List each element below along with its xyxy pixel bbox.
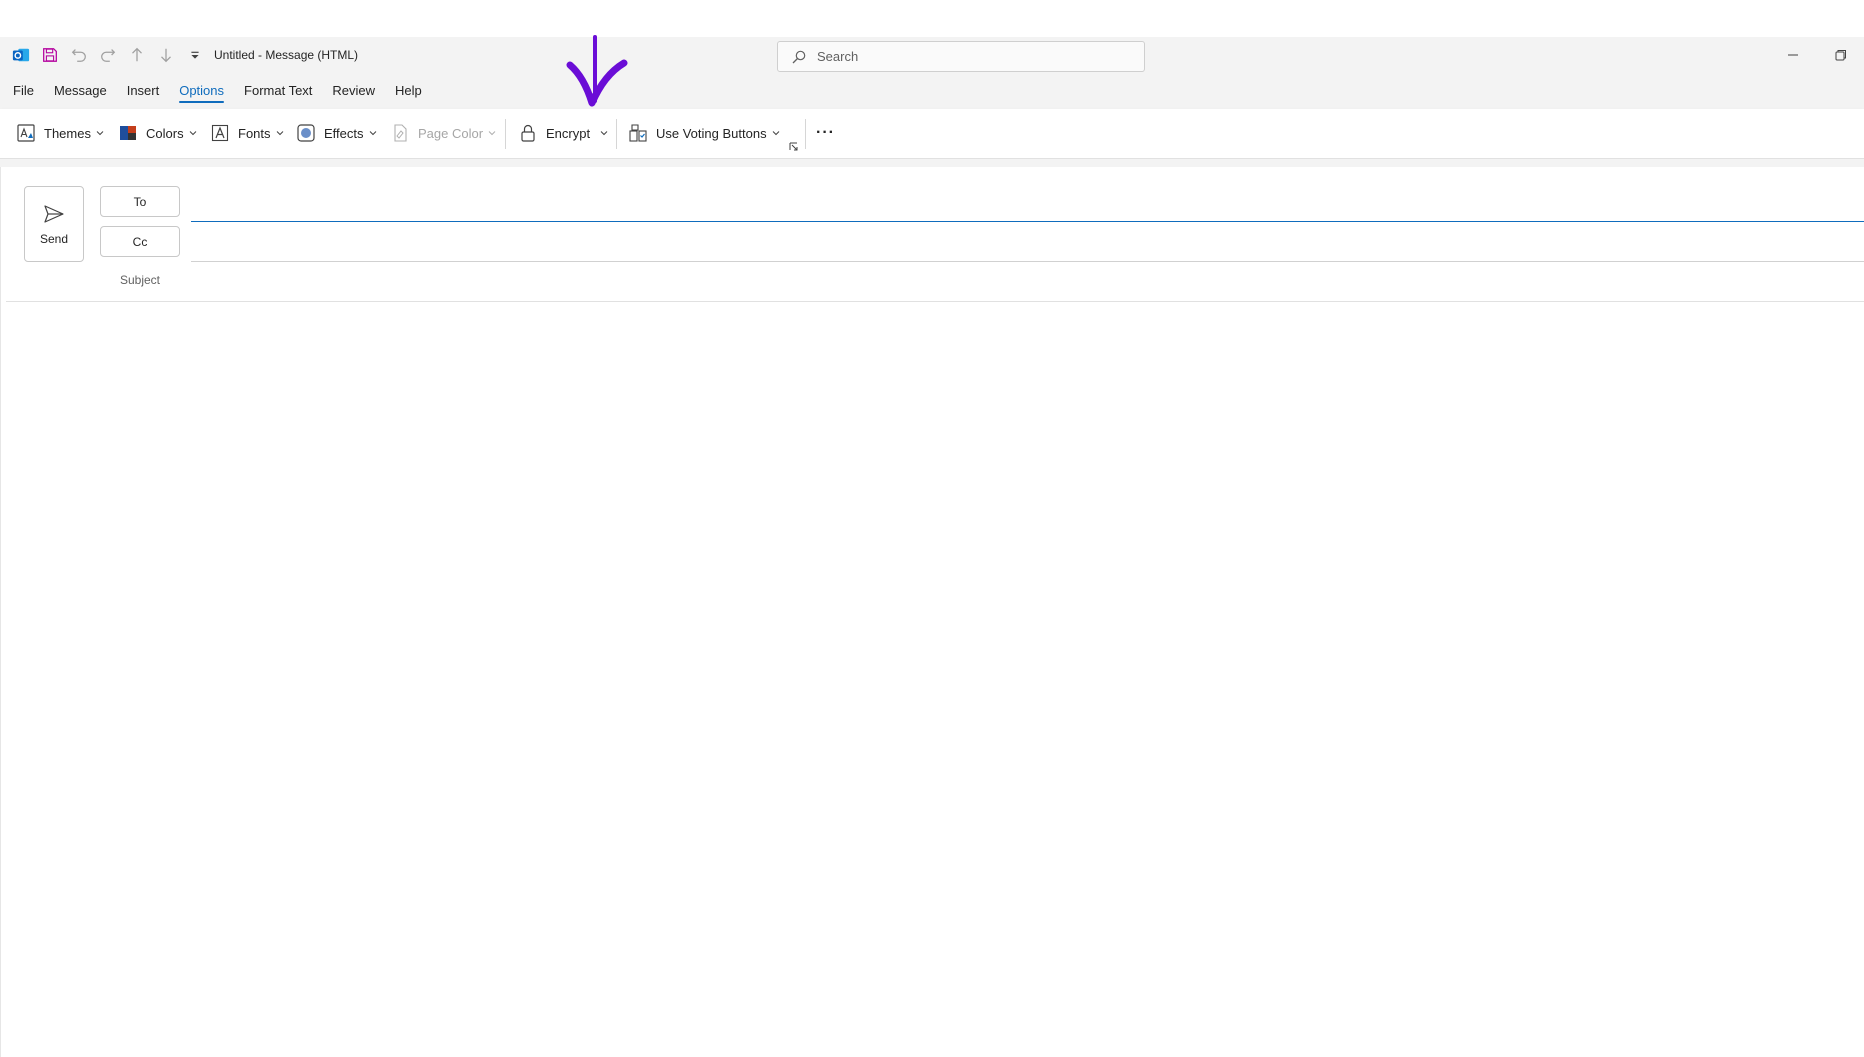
fonts-label: Fonts	[238, 125, 271, 141]
cc-field-underline	[191, 261, 1864, 262]
effects-button[interactable]: Effects	[296, 118, 377, 148]
window-title: Untitled - Message (HTML)	[214, 48, 359, 62]
chevron-down-icon	[189, 131, 196, 136]
tab-format-text[interactable]: Format Text	[244, 73, 312, 109]
tab-file[interactable]: File	[13, 73, 34, 109]
page-color-icon	[394, 124, 407, 142]
tab-message[interactable]: Message	[54, 73, 107, 109]
cc-field[interactable]	[193, 227, 1853, 257]
next-item-icon[interactable]	[151, 41, 180, 69]
send-label: Send	[39, 232, 69, 246]
tab-insert[interactable]: Insert	[127, 73, 160, 109]
chevron-down-icon	[369, 131, 376, 136]
encrypt-label: Encrypt	[546, 125, 591, 141]
effects-icon	[297, 124, 315, 142]
more-options-button[interactable]: ···	[816, 118, 835, 148]
effects-label: Effects	[324, 125, 364, 141]
search-icon	[792, 50, 806, 63]
chevron-down-icon	[772, 131, 779, 136]
encrypt-button[interactable]: Encrypt	[518, 118, 608, 148]
redo-icon[interactable]	[93, 41, 122, 69]
to-field[interactable]	[193, 187, 1853, 217]
themes-button[interactable]: Themes	[16, 118, 104, 148]
voting-label: Use Voting Buttons	[656, 125, 767, 141]
chevron-down-icon	[96, 131, 104, 136]
ribbon-divider	[616, 119, 617, 149]
search-placeholder: Search	[817, 49, 859, 64]
compose-pane: Send To Cc Subject	[0, 167, 1864, 1057]
title-bar: Untitled - Message (HTML) Search	[0, 37, 1864, 73]
quick-access-toolbar	[6, 37, 209, 73]
customize-toolbar-icon[interactable]	[180, 41, 209, 69]
themes-label: Themes	[44, 125, 91, 141]
search-box[interactable]: Search	[777, 41, 1145, 72]
colors-button[interactable]: Colors	[118, 118, 197, 148]
colors-label: Colors	[146, 125, 184, 141]
send-icon	[44, 205, 64, 223]
outlook-logo-icon	[6, 41, 35, 69]
ribbon-divider	[805, 119, 806, 149]
tab-help[interactable]: Help	[395, 73, 422, 109]
tab-review[interactable]: Review	[332, 73, 375, 109]
ribbon-gap	[0, 159, 1864, 167]
restore-button[interactable]	[1818, 37, 1864, 73]
dialog-launcher-icon[interactable]	[789, 142, 798, 151]
previous-item-icon[interactable]	[122, 41, 151, 69]
minimize-icon	[1788, 54, 1798, 56]
voting-buttons-button[interactable]: Use Voting Buttons	[628, 118, 780, 148]
fonts-button[interactable]: Fonts	[210, 118, 284, 148]
ribbon-tabs: File Message Insert Options Format Text …	[0, 73, 1864, 109]
message-body[interactable]	[6, 302, 1864, 1057]
send-button[interactable]: Send	[24, 186, 84, 262]
page-color-label: Page Color	[418, 125, 484, 141]
screen-top-blank	[0, 0, 1864, 37]
fonts-icon	[211, 124, 229, 142]
chevron-down-icon	[488, 131, 496, 136]
undo-icon[interactable]	[64, 41, 93, 69]
minimize-button[interactable]	[1770, 37, 1816, 73]
colors-icon	[120, 126, 136, 140]
lock-icon	[521, 124, 535, 142]
page-color-button[interactable]: Page Color	[390, 118, 496, 148]
subject-field[interactable]	[193, 265, 1853, 297]
restore-icon	[1835, 50, 1846, 61]
voting-icon	[629, 124, 647, 142]
ribbon-toolbar: Themes Colors Fonts Effects Page Color E…	[0, 109, 1864, 159]
ribbon-divider	[505, 119, 506, 149]
to-field-underline	[191, 221, 1864, 222]
save-icon[interactable]	[35, 41, 64, 69]
chevron-down-icon	[276, 131, 283, 136]
chevron-down-icon	[600, 131, 608, 136]
cc-button[interactable]: Cc	[100, 226, 180, 257]
subject-label: Subject	[119, 273, 161, 287]
themes-icon	[17, 124, 35, 142]
to-button[interactable]: To	[100, 186, 180, 217]
tab-options[interactable]: Options	[179, 73, 224, 109]
